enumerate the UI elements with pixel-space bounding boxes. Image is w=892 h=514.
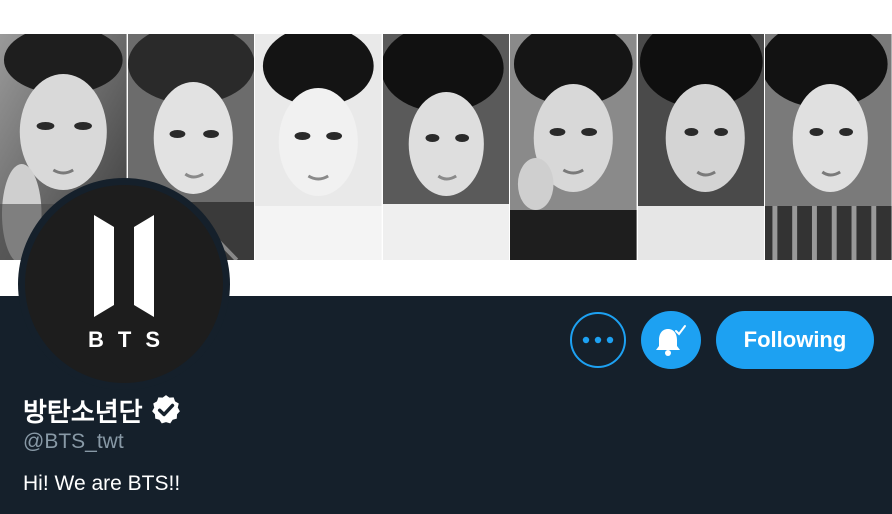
bell-check-icon — [656, 325, 686, 356]
banner-photo-4 — [382, 34, 511, 260]
banner-photo-6 — [637, 34, 766, 260]
banner-photo-3 — [255, 34, 383, 260]
verified-badge-icon — [149, 393, 183, 427]
banner-photo-7 — [765, 34, 892, 260]
notifications-button[interactable] — [641, 311, 701, 369]
more-dots-icon — [582, 336, 614, 344]
avatar-logo-text: BTS — [88, 327, 174, 352]
banner-photo-5 — [510, 34, 638, 260]
name-row: 방탄소년단 — [23, 392, 183, 428]
following-button[interactable]: Following — [716, 311, 874, 369]
profile-bio: Hi! We are BTS!! — [23, 472, 181, 495]
bts-logo-icon — [94, 215, 154, 317]
more-options-button[interactable] — [570, 312, 626, 368]
user-handle: @BTS_twt — [23, 430, 124, 453]
avatar[interactable]: BTS — [25, 185, 223, 383]
display-name: 방탄소년단 — [23, 397, 143, 428]
header-top-spacer — [0, 0, 892, 34]
